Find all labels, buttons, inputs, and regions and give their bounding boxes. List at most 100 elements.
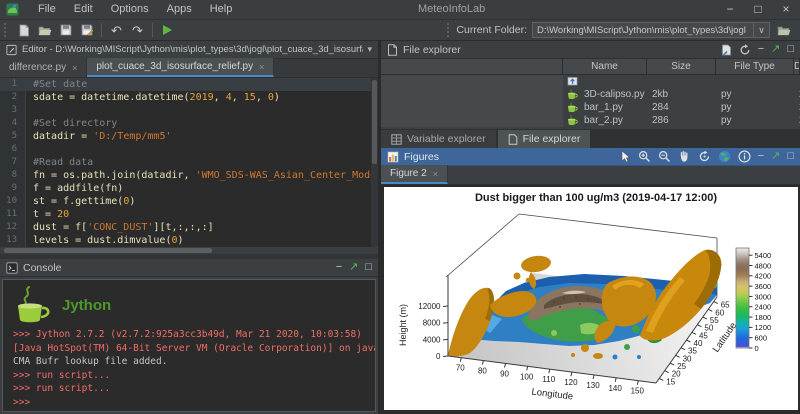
run-script-button[interactable] xyxy=(157,21,178,39)
code-text: #Set directory xyxy=(26,117,117,130)
maximize-icon[interactable]: □ xyxy=(744,0,772,20)
info-icon[interactable] xyxy=(738,150,751,163)
table-row[interactable]: 3D-calipso.py2kbpy2017/12/18 10:... xyxy=(381,88,800,101)
table-scrollbar[interactable] xyxy=(381,59,563,74)
figures-panel-header: Figures − ↗ □ xyxy=(381,148,800,166)
code-text: t = 20 xyxy=(26,208,69,221)
app-window: FileEditOptionsAppsHelp MeteoInfoLab − □… xyxy=(0,0,800,414)
code-line[interactable]: 13levels = dust.dimvalue(0) xyxy=(0,234,378,247)
scrollbar-thumb[interactable] xyxy=(4,248,212,253)
code-line[interactable]: 11t = 20 xyxy=(0,208,378,221)
table-row[interactable]: bar_1.py284py2020/6/1 11:27 xyxy=(381,101,800,114)
jython-logo-text: Jython xyxy=(62,297,111,314)
maximize-panel-icon[interactable]: □ xyxy=(787,44,794,55)
editor-tab-difference[interactable]: difference.py × xyxy=(0,58,87,77)
window-controls: − □ × xyxy=(716,0,800,20)
minimize-panel-icon[interactable]: − xyxy=(758,151,764,162)
code-line[interactable]: 6 xyxy=(0,143,378,156)
code-line[interactable]: 5datadir = 'D:/Temp/mm5' xyxy=(0,130,378,143)
editor-horizontal-scrollbar[interactable] xyxy=(0,247,378,254)
table-row[interactable]: bar_2.py286py2020/4/27 08:57 xyxy=(381,114,800,127)
zoom-in-icon[interactable] xyxy=(638,150,651,163)
menu-help[interactable]: Help xyxy=(201,0,242,19)
code-text: f = addfile(fn) xyxy=(26,182,123,195)
open-file-button[interactable] xyxy=(34,21,55,39)
menu-edit[interactable]: Edit xyxy=(65,0,102,19)
code-text: #Set date xyxy=(26,78,87,91)
z-axis-label: Height (m) xyxy=(398,304,408,346)
menu-apps[interactable]: Apps xyxy=(158,0,201,19)
line-number: 5 xyxy=(0,130,26,143)
refresh-icon[interactable] xyxy=(739,44,751,56)
close-tab-icon[interactable]: × xyxy=(433,169,438,179)
code-line[interactable]: 4#Set directory xyxy=(0,117,378,130)
expand-panel-icon[interactable]: ↗ xyxy=(771,151,780,162)
code-line[interactable]: 7#Read data xyxy=(0,156,378,169)
tab-variable-explorer[interactable]: Variable explorer xyxy=(381,130,496,148)
code-editor[interactable]: 1#Set date2sdate = datetime.datetime(201… xyxy=(0,78,378,247)
minimize-icon[interactable]: − xyxy=(716,0,744,20)
current-folder-path[interactable]: D:\Working\MIScript\Jython\mis\plot_type… xyxy=(533,25,753,36)
code-line[interactable]: 9f = addfile(fn) xyxy=(0,182,378,195)
code-line[interactable]: 12dust = f['CONC_DUST'][t,:,:,:] xyxy=(0,221,378,234)
line-number: 7 xyxy=(0,156,26,169)
close-tab-icon[interactable]: × xyxy=(259,62,264,72)
redo-button[interactable]: ↷ xyxy=(127,21,148,39)
minimize-panel-icon[interactable]: − xyxy=(336,262,342,273)
zoom-out-icon[interactable] xyxy=(658,150,671,163)
editor-tab-plot-cuace[interactable]: plot_cuace_3d_isosurface_relief.py × xyxy=(87,58,274,77)
browse-folder-button[interactable] xyxy=(774,22,794,39)
figure-canvas[interactable]: 04000800012000 708090100110120130140150 … xyxy=(381,185,800,414)
editor-panel-title: Editor - D:\Working\MIScript\Jython\mis\… xyxy=(22,44,363,55)
table-row[interactable] xyxy=(381,75,800,88)
editor-icon xyxy=(6,44,17,56)
console-output[interactable]: Jython >>> Jython 2.7.2 (v2.7.2:925a3cc3… xyxy=(2,279,376,412)
editor-vertical-scrollbar[interactable] xyxy=(371,78,378,247)
code-line[interactable]: 2sdate = datetime.datetime(2019, 4, 15, … xyxy=(0,91,378,104)
editor-dropdown-icon[interactable]: ▾ xyxy=(367,44,372,55)
file-icon xyxy=(387,44,398,56)
current-folder-combobox[interactable]: D:\Working\MIScript\Jython\mis\plot_type… xyxy=(532,22,770,38)
code-text xyxy=(26,104,33,117)
maximize-panel-icon[interactable]: □ xyxy=(365,262,372,273)
new-file-button[interactable] xyxy=(13,21,34,39)
expand-panel-icon[interactable]: ↗ xyxy=(349,262,358,273)
rotate-icon[interactable] xyxy=(698,150,711,163)
close-tab-icon[interactable]: × xyxy=(72,63,77,73)
minimize-panel-icon[interactable]: − xyxy=(758,44,764,55)
column-header-date-modified[interactable]: Date Modified xyxy=(794,59,800,74)
menu-options[interactable]: Options xyxy=(102,0,158,19)
close-icon[interactable]: × xyxy=(772,0,800,20)
figure-tab-bar: Figure 2 × xyxy=(381,166,800,185)
code-line[interactable]: 10st = f.gettime(0) xyxy=(0,195,378,208)
new-file-icon[interactable] xyxy=(721,44,732,56)
pan-hand-icon[interactable] xyxy=(678,150,691,163)
globe-icon[interactable] xyxy=(718,150,731,163)
svg-text:90: 90 xyxy=(500,369,509,378)
file-explorer-panel-header: File explorer − ↗ □ xyxy=(381,41,800,59)
svg-text:1800: 1800 xyxy=(755,313,772,322)
undo-button[interactable]: ↶ xyxy=(106,21,127,39)
code-line[interactable]: 3 xyxy=(0,104,378,117)
save-button[interactable] xyxy=(55,21,76,39)
figure-tab[interactable]: Figure 2 × xyxy=(381,165,448,184)
menu-file[interactable]: File xyxy=(29,0,65,19)
save-as-button[interactable] xyxy=(76,21,97,39)
maximize-panel-icon[interactable]: □ xyxy=(787,151,794,162)
chevron-down-icon[interactable]: ∨ xyxy=(753,23,769,37)
column-header-name[interactable]: Name xyxy=(563,59,647,74)
line-number: 1 xyxy=(0,78,26,91)
column-header-file-type[interactable]: File Type xyxy=(716,59,794,74)
file-name-cell: 3D-calipso.py xyxy=(563,88,647,101)
up-folder-icon xyxy=(567,75,578,86)
expand-panel-icon[interactable]: ↗ xyxy=(771,44,780,55)
code-line[interactable]: 8fn = os.path.join(datadir, 'WMO_SDS-WAS… xyxy=(0,169,378,182)
tab-file-explorer[interactable]: File explorer xyxy=(498,130,591,148)
select-cursor-icon[interactable] xyxy=(619,150,631,163)
y-axis-label: Latitude xyxy=(711,321,739,355)
column-header-size[interactable]: Size xyxy=(647,59,716,74)
scrollbar-thumb[interactable] xyxy=(372,80,377,164)
app-logo-icon xyxy=(6,3,19,16)
code-line[interactable]: 1#Set date xyxy=(0,78,378,91)
editor-tab-bar: difference.py × plot_cuace_3d_isosurface… xyxy=(0,59,378,78)
